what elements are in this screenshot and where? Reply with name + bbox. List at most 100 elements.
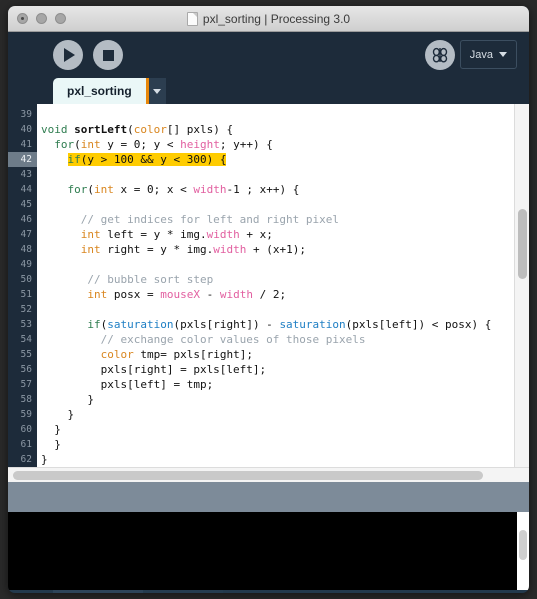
debug-icon xyxy=(432,47,448,63)
console-scroll-thumb[interactable] xyxy=(519,530,527,560)
code-line: int left = y * img.width + x; xyxy=(41,227,529,242)
tab-konsole[interactable]: >_ Konsole xyxy=(53,590,143,593)
line-number: 44 xyxy=(20,184,32,195)
code-token: // get indices for left and right pixel xyxy=(41,213,340,226)
code-token: saturation xyxy=(279,318,346,331)
code-line: if(y > 100 && y < 300) { xyxy=(41,152,529,167)
mode-selector[interactable]: Java xyxy=(459,40,517,69)
code-line: } xyxy=(41,437,529,452)
line-number: 47 xyxy=(20,229,32,240)
stop-icon xyxy=(102,49,114,61)
code-token: width xyxy=(219,288,253,301)
line-number: 39 xyxy=(20,109,32,120)
line-number: 60 xyxy=(20,424,32,435)
chevron-down-icon xyxy=(499,52,507,57)
zoom-button[interactable] xyxy=(55,13,66,24)
line-number: 45 xyxy=(20,199,32,210)
sketch-tabstrip: pxl_sorting xyxy=(8,78,529,104)
line-number: 42 xyxy=(8,152,37,167)
line-number: 52 xyxy=(20,304,32,315)
line-number: 48 xyxy=(20,244,32,255)
code-token: } xyxy=(41,408,75,421)
code-token: int xyxy=(80,138,101,151)
editor-horizontal-scrollbar[interactable] xyxy=(8,467,529,482)
code-token: (pxls[right]) - xyxy=(173,318,280,331)
editor-vertical-scrollbar[interactable] xyxy=(514,104,529,467)
code-token: posx = xyxy=(107,288,161,301)
code-line: int posx = mouseX - width / 2; xyxy=(41,287,529,302)
code-token: // bubble sort step xyxy=(41,273,214,286)
code-token: / 2; xyxy=(252,288,287,301)
line-number: 51 xyxy=(20,289,32,300)
code-token: } xyxy=(41,453,48,466)
window-titlebar: pxl_sorting | Processing 3.0 xyxy=(8,6,529,32)
status-bar: >_ Konsole Fehler Updates 1 xyxy=(8,590,529,593)
code-token: // exchange color values of those pixels xyxy=(41,333,366,346)
document-icon xyxy=(186,11,198,26)
code-token: (y > 100 && y < 300) { xyxy=(80,153,227,166)
message-bar xyxy=(8,482,529,512)
line-number: 50 xyxy=(20,274,32,285)
code-token: int xyxy=(80,243,101,256)
code-token: color xyxy=(133,123,167,136)
code-token: if xyxy=(67,153,81,166)
code-token: width xyxy=(193,183,227,196)
tab-menu-button[interactable] xyxy=(145,78,166,104)
code-token: height xyxy=(180,138,220,151)
code-line: for(int y = 0; y < height; y++) { xyxy=(41,137,529,152)
line-number: 62 xyxy=(20,454,32,465)
debug-button[interactable] xyxy=(425,40,455,70)
line-number: 56 xyxy=(20,364,32,375)
code-token: ( xyxy=(87,183,94,196)
code-token: right = y * img. xyxy=(100,243,214,256)
line-number: 40 xyxy=(20,124,32,135)
tab-pxl-sorting[interactable]: pxl_sorting xyxy=(53,78,146,104)
code-token: int xyxy=(94,183,114,196)
console-scrollbar[interactable] xyxy=(517,512,529,590)
code-token: saturation xyxy=(107,318,174,331)
stop-button[interactable] xyxy=(93,40,123,70)
run-button[interactable] xyxy=(53,40,83,70)
updates-indicator[interactable]: Updates 1 xyxy=(458,590,519,593)
horizontal-scroll-thumb[interactable] xyxy=(13,471,483,480)
play-icon xyxy=(64,48,75,62)
code-line: } xyxy=(41,452,529,467)
code-line: } xyxy=(41,422,529,437)
code-token: width xyxy=(206,228,240,241)
line-number: 54 xyxy=(20,334,32,345)
code-line: pxls[right] = pxls[left]; xyxy=(41,362,529,377)
code-line: pxls[left] = tmp; xyxy=(41,377,529,392)
code-line: } xyxy=(41,392,529,407)
processing-window: pxl_sorting | Processing 3.0 Java pxl_so… xyxy=(8,6,529,593)
line-number: 46 xyxy=(20,214,32,225)
close-button[interactable] xyxy=(17,13,28,24)
code-text-area[interactable]: void sortLeft(color[] pxls) { for(int y … xyxy=(37,104,529,467)
line-number: 61 xyxy=(20,439,32,450)
tab-fehler[interactable]: Fehler xyxy=(142,590,223,593)
line-number: 58 xyxy=(20,394,32,405)
line-number: 59 xyxy=(20,409,32,420)
code-line: void sortLeft(color[] pxls) { xyxy=(41,122,529,137)
window-title: pxl_sorting | Processing 3.0 xyxy=(202,11,351,26)
mode-label: Java xyxy=(469,48,493,61)
code-token: width xyxy=(213,243,247,256)
line-number: 41 xyxy=(20,139,32,150)
vertical-scroll-thumb[interactable] xyxy=(518,209,527,279)
line-number: 49 xyxy=(20,259,32,270)
console-output[interactable] xyxy=(8,512,529,590)
code-line: } xyxy=(41,407,529,422)
minimize-button[interactable] xyxy=(36,13,47,24)
code-token: ( xyxy=(74,138,81,151)
code-editor[interactable]: 39 40 41 42 43 44 45 46 47 48 49 50 51 52 53 54 55 56 57 58… xyxy=(8,104,529,467)
line-number: 53 xyxy=(20,319,32,330)
